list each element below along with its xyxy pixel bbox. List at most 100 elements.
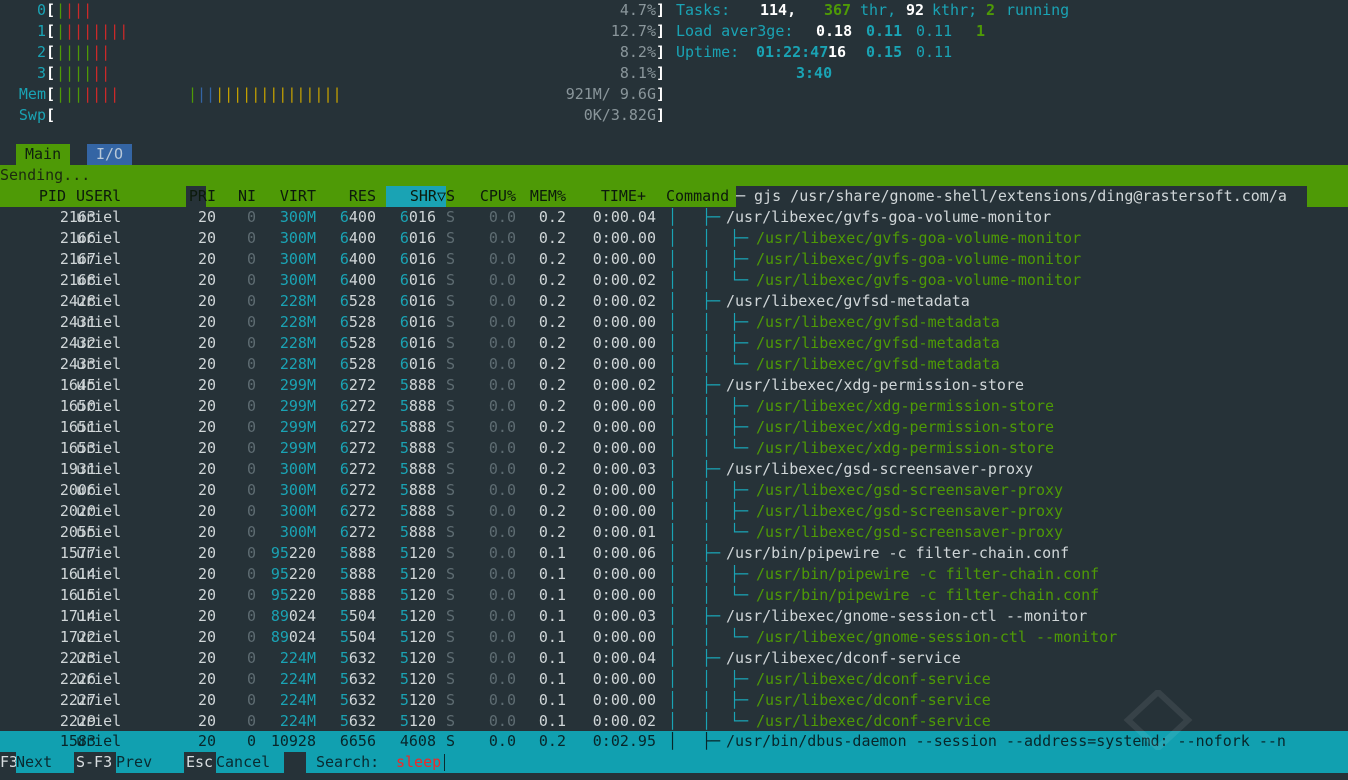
row-command: /usr/libexec/dconf-service: [726, 649, 961, 667]
row-virt: 228M: [279, 313, 316, 331]
row-shr-hi: 5: [399, 481, 409, 499]
table-row[interactable]: 2055 uriel 20 0 300M 6272 5888 S 0.0 0.2 0:00.01 │ │…: [0, 522, 1348, 543]
table-row[interactable]: 1931 uriel 20 0 300M 6272 5888 S 0.0 0.2 0:00.03 │ ├…: [0, 459, 1348, 480]
row-time: 0:00.00: [592, 250, 656, 268]
table-row[interactable]: 1614 uriel 20 0 95220 5888 5120 S 0.0 0.1 0:00.00 │…: [0, 564, 1348, 585]
row-shr-hi: 5: [399, 712, 409, 730]
table-row[interactable]: 1577 uriel 20 0 95220 5888 5120 S 0.0 0.1 0:00.06 │…: [0, 543, 1348, 564]
row-virt: 300M: [279, 229, 316, 247]
row-res-lo: 272: [348, 502, 376, 520]
row-res-hi: 6: [339, 523, 349, 541]
col-command[interactable]: Command: [666, 186, 729, 207]
load-15: 0.11: [916, 22, 953, 40]
row-shr-lo: 120: [408, 649, 436, 667]
row-res-lo: 400: [348, 229, 376, 247]
row-user: uriel: [76, 691, 122, 709]
row-shr-hi: 5: [399, 586, 409, 604]
row-virt-hi: 95: [270, 586, 289, 604]
row-mem: 0.1: [538, 691, 566, 709]
table-row[interactable]: 2226 uriel 20 0 224M 5632 5120 S 0.0 0.1 0:00.00 │ │…: [0, 669, 1348, 690]
tree-pipe: │: [668, 229, 678, 247]
table-row[interactable]: 2431 uriel 20 0 228M 6528 6016 S 0.0 0.2 0:00.00 │ │…: [0, 312, 1348, 333]
table-row[interactable]: 1651 uriel 20 0 299M 6272 5888 S 0.0 0.2 0:00.00 │ │…: [0, 417, 1348, 438]
row-shr-lo: 120: [408, 544, 436, 562]
row-cpu: 0.0: [488, 355, 516, 373]
row-tree: └─: [730, 628, 749, 646]
table-row[interactable]: 2168 uriel 20 0 300M 6400 6016 S 0.0 0.2 0:00.02 │ │…: [0, 270, 1348, 291]
row-cpu: 0.0: [488, 418, 516, 436]
row-shr-lo: 016: [408, 334, 436, 352]
table-row[interactable]: 2020 uriel 20 0 300M 6272 5888 S 0.0 0.2 0:00.00 │ │…: [0, 501, 1348, 522]
tree-pipe: │: [668, 397, 678, 415]
tree-pipe: │: [668, 460, 678, 478]
row-res-hi: 6: [339, 502, 349, 520]
row-res-hi: 6: [339, 208, 349, 226]
tree-pipe: │: [668, 586, 678, 604]
row-tree: ├─: [702, 544, 721, 562]
table-row[interactable]: 2433 uriel 20 0 228M 6528 6016 S 0.0 0.2 0:00.00 │ │…: [0, 354, 1348, 375]
table-row[interactable]: 2167 uriel 20 0 300M 6400 6016 S 0.0 0.2 0:00.00 │ │…: [0, 249, 1348, 270]
tree-pipe: │: [702, 418, 712, 436]
col-pri[interactable]: PRI: [186, 186, 216, 207]
meter-close-bracket: ]: [656, 85, 666, 103]
row-shr-lo: 016: [408, 313, 436, 331]
row-ni: 0: [246, 607, 256, 625]
row-virt: 299M: [279, 439, 316, 457]
row-mem: 0.1: [538, 670, 566, 688]
header-selected-command: ─ gjs /usr/share/gnome-shell/extensions/…: [736, 186, 1307, 207]
row-res-lo: 888: [348, 565, 376, 583]
row-virt: 300M: [279, 250, 316, 268]
row-res-lo: 888: [348, 544, 376, 562]
table-row[interactable]: 2163 uriel 20 0 300M 6400 6016 S 0.0 0.2 0:00.04 │ ├…: [0, 207, 1348, 228]
row-ni: 0: [246, 712, 256, 730]
table-row[interactable]: 2432 uriel 20 0 228M 6528 6016 S 0.0 0.2 0:00.00 │ │…: [0, 333, 1348, 354]
row-shr-hi: 5: [399, 691, 409, 709]
col-mem[interactable]: MEM%: [516, 186, 566, 207]
row-user: uriel: [76, 670, 122, 688]
col-ni[interactable]: NI: [226, 186, 256, 207]
row-ni: 0: [246, 292, 256, 310]
shift-f3-key[interactable]: S-F3: [76, 752, 113, 773]
tab-main[interactable]: Main: [16, 144, 71, 165]
col-res[interactable]: RES: [326, 186, 376, 207]
row-res: 6272: [326, 438, 376, 459]
table-row[interactable]: 2223 uriel 20 0 224M 5632 5120 S 0.0 0.1 0:00.04 │ ├…: [0, 648, 1348, 669]
table-row[interactable]: 2006 uriel 20 0 300M 6272 5888 S 0.0 0.2 0:00.00 │ │…: [0, 480, 1348, 501]
row-res: 6272: [326, 396, 376, 417]
col-shr-sorted[interactable]: SHR▽: [386, 186, 446, 207]
row-pri: 20: [197, 670, 216, 688]
row-virt: 224M: [279, 649, 316, 667]
row-ni: 0: [246, 691, 256, 709]
table-row[interactable]: 1722 uriel 20 0 89024 5504 5120 S 0.0 0.1 0:00.00 │…: [0, 627, 1348, 648]
row-user: uriel: [76, 586, 122, 604]
search-input[interactable]: sleep: [396, 752, 441, 773]
table-row[interactable]: 1615 uriel 20 0 95220 5888 5120 S 0.0 0.1 0:00.00 │…: [0, 585, 1348, 606]
col-pid[interactable]: PID: [0, 186, 66, 207]
table-row[interactable]: 1645 uriel 20 0 299M 6272 5888 S 0.0 0.2 0:00.02 │ ├…: [0, 375, 1348, 396]
row-ni: 0: [246, 523, 256, 541]
row-state: S: [446, 397, 456, 415]
table-row[interactable]: 1653 uriel 20 0 299M 6272 5888 S 0.0 0.2 0:00.00 │ │…: [0, 438, 1348, 459]
table-row[interactable]: 1714 uriel 20 0 89024 5504 5120 S 0.0 0.1 0:00.03 │…: [0, 606, 1348, 627]
row-tree: └─: [730, 523, 749, 541]
row-res: 5888: [326, 543, 376, 564]
search-bar[interactable]: Search: sleep: [306, 752, 1348, 773]
table-row[interactable]: 2166 uriel 20 0 300M 6400 6016 S 0.0 0.2 0:00.00 │ │…: [0, 228, 1348, 249]
col-state[interactable]: S: [446, 186, 455, 207]
table-row[interactable]: 1650 uriel 20 0 299M 6272 5888 S 0.0 0.2 0:00.00 │ │…: [0, 396, 1348, 417]
table-row[interactable]: 2428 uriel 20 0 228M 6528 6016 S 0.0 0.2 0:00.02 │ ├…: [0, 291, 1348, 312]
prev-button[interactable]: Prev: [116, 752, 184, 773]
row-pri: 20: [197, 292, 216, 310]
row-time: 0:00.00: [592, 418, 656, 436]
row-tree: ├─: [730, 418, 749, 436]
next-button[interactable]: Next: [16, 752, 74, 773]
tab-io[interactable]: I/O: [87, 144, 133, 165]
row-command: /usr/libexec/gvfsd-metadata: [726, 292, 970, 310]
cancel-button[interactable]: Cancel: [216, 752, 284, 773]
load-label: Load aver3ge:: [676, 22, 794, 40]
esc-key[interactable]: Esc: [186, 752, 214, 773]
col-user[interactable]: USERl: [76, 186, 121, 207]
col-time[interactable]: TIME+: [576, 186, 646, 207]
col-cpu[interactable]: CPU%: [466, 186, 516, 207]
col-virt[interactable]: VIRT: [266, 186, 316, 207]
